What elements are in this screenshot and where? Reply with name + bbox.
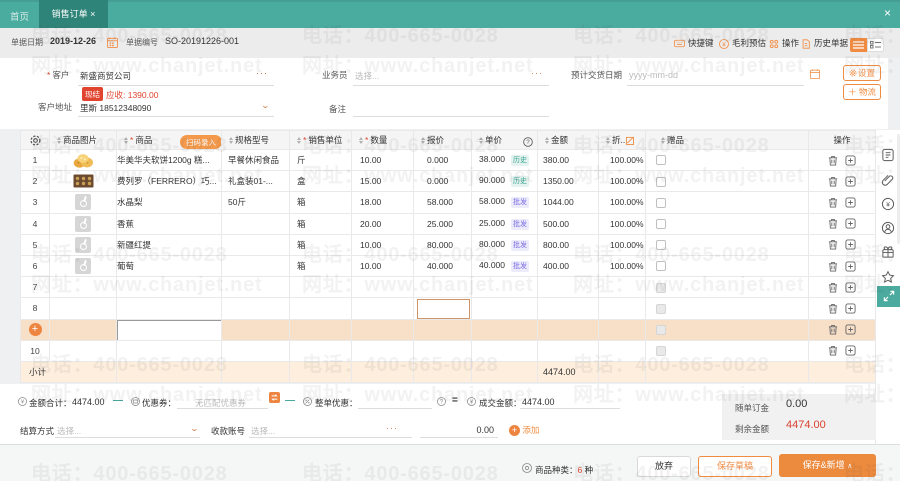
svg-text:¥: ¥: [886, 201, 890, 208]
svg-text:¥: ¥: [722, 41, 726, 48]
svg-text:?: ?: [440, 400, 444, 406]
svg-text:?: ?: [526, 139, 530, 146]
